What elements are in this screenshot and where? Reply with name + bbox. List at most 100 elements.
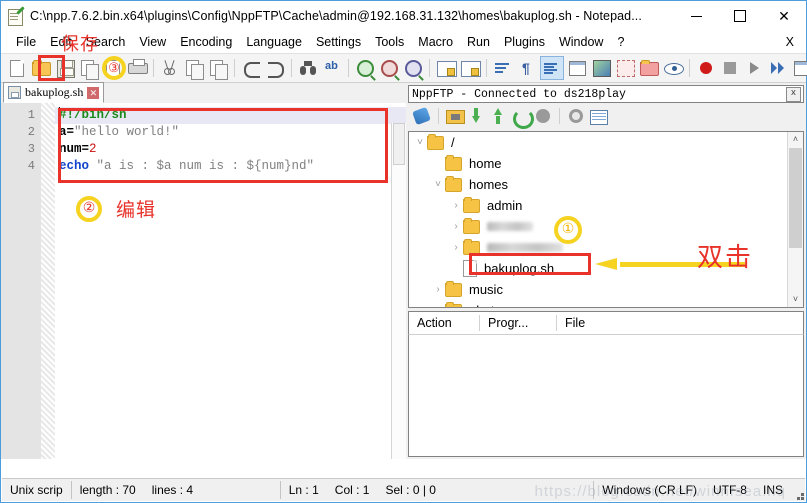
stop-record-icon[interactable] [719,57,741,79]
ftp-file-tree[interactable]: ˅ / home ˅ homes › admin › › bakuplog.sh… [408,131,804,308]
tree-twisty-icon[interactable]: ˅ [431,179,445,190]
toolbar-separator [689,59,690,77]
print-icon[interactable] [126,57,148,79]
window-resize-grip[interactable] [794,490,804,500]
status-language[interactable]: Unix scrip [2,481,72,499]
tree-item-redacted-1[interactable]: › [409,216,803,237]
menu-item-settings[interactable]: Settings [309,33,368,51]
refresh-icon[interactable] [511,106,534,129]
fold-margin[interactable] [41,103,55,459]
paste-icon[interactable] [207,57,229,80]
queue-column-progress[interactable]: Progr... [480,315,557,331]
menu-item-window[interactable]: Window [552,33,610,51]
word-wrap-icon[interactable] [492,57,514,79]
abort-icon[interactable] [533,106,553,126]
tree-twisty-icon[interactable]: ˅ [413,137,427,148]
tree-item-root[interactable]: ˅ / [409,132,803,153]
tree-item-label: admin [487,198,523,213]
code-line-3[interactable]: num=2 [55,141,406,158]
undo-icon[interactable] [240,57,262,79]
scrollbar-thumb[interactable] [393,123,405,165]
queue-column-file[interactable]: File [557,315,803,331]
menu-item-plugins[interactable]: Plugins [497,33,552,51]
code-line-1[interactable]: #!/bin/sh [55,107,406,124]
toolbar-separator [486,59,487,77]
main-body: bakuplog.sh ✕ 1 2 3 4 #!/bin/sh a="hello… [1,82,806,459]
maximize-button[interactable] [718,1,762,31]
redo-icon[interactable] [264,57,286,79]
tree-item-photo[interactable]: › photo [409,300,803,307]
status-lines: lines : 4 [144,481,281,499]
line-number: 2 [27,125,35,139]
tab-close-icon[interactable]: ✕ [87,86,100,99]
menu-item-run[interactable]: Run [460,33,497,51]
connect-icon[interactable] [412,106,432,126]
menu-item-macro[interactable]: Macro [411,33,460,51]
monitoring-icon[interactable] [662,57,684,79]
messages-grid-icon[interactable] [588,106,608,126]
save-all-icon[interactable] [78,57,100,80]
queue-column-action[interactable]: Action [409,315,480,331]
scroll-up-icon[interactable]: ˄ [788,132,803,147]
menu-item-view[interactable]: View [132,33,173,51]
zoom-restore-icon[interactable] [402,57,424,79]
indent-guide-icon[interactable] [540,56,564,80]
sync-horizontal-icon[interactable] [459,57,481,79]
tree-item-music[interactable]: › music [409,279,803,300]
tree-twisty-icon[interactable]: › [449,242,463,253]
download-icon[interactable] [467,106,487,126]
play-macro-icon[interactable] [743,57,765,79]
copy-icon[interactable] [183,57,205,80]
open-dir-icon[interactable] [445,106,465,126]
selected-file-highlight-box [469,253,591,275]
show-all-chars-icon[interactable]: ¶ [516,57,538,79]
replace-icon[interactable]: ab [321,57,343,79]
find-icon[interactable] [297,57,319,79]
menu-item-language[interactable]: Language [239,33,309,51]
tree-twisty-icon[interactable]: › [431,284,445,295]
status-encoding[interactable]: UTF-8 [705,481,755,499]
scrollbar-thumb[interactable] [789,148,802,248]
function-list-icon[interactable] [614,57,636,79]
code-line-4[interactable]: echo "a is : $a num is : ${num}nd" [55,158,406,175]
new-file-icon[interactable] [6,57,28,79]
toolbar-separator [291,59,292,77]
cut-icon[interactable] [159,57,181,79]
close-document-button[interactable]: X [786,35,794,49]
code-line-2[interactable]: a="hello world!" [55,124,406,141]
tree-vertical-scrollbar[interactable]: ˄ ˅ [787,132,803,307]
folder-as-workspace-icon[interactable] [638,57,660,79]
upload-icon[interactable] [489,106,509,126]
document-map-icon[interactable] [590,57,612,79]
menu-item-file[interactable]: File [9,33,43,51]
sync-vertical-icon[interactable] [435,57,457,79]
status-ln: Ln : 1 [288,483,319,497]
code-area[interactable]: #!/bin/sh a="hello world!" num=2 echo "a… [55,103,406,459]
editor-vertical-scrollbar[interactable] [391,123,406,459]
menu-item-encoding[interactable]: Encoding [173,33,239,51]
record-macro-icon[interactable] [695,57,717,79]
scroll-down-icon[interactable]: ˅ [788,292,803,307]
tree-twisty-icon[interactable]: › [431,305,445,307]
menu-item-help[interactable]: ? [610,33,631,51]
status-eol[interactable]: Windows (CR LF) [594,481,705,499]
minimize-button[interactable] [674,1,718,31]
tree-item-label: homes [469,177,509,192]
tab-bakuplog-sh[interactable]: bakuplog.sh ✕ [3,82,105,103]
tree-item-homes[interactable]: ˅ homes [409,174,803,195]
tree-twisty-icon[interactable]: › [449,200,463,211]
zoom-out-icon[interactable] [378,57,400,79]
tree-item-admin[interactable]: › admin [409,195,803,216]
menu-item-tools[interactable]: Tools [368,33,411,51]
close-button[interactable]: ✕ [762,1,806,31]
save-macro-icon[interactable] [791,57,807,79]
line-number: 1 [27,108,35,122]
tree-item-home[interactable]: home [409,153,803,174]
settings-gear-icon[interactable] [566,106,586,126]
zoom-in-icon[interactable] [354,57,376,79]
ui-user-defined-dialog-icon[interactable] [566,57,588,79]
playback-multiple-icon[interactable] [767,57,789,79]
nppftp-close-icon[interactable]: x [786,86,801,102]
tree-twisty-icon[interactable]: › [449,221,463,232]
transfer-queue-body[interactable] [408,334,804,457]
